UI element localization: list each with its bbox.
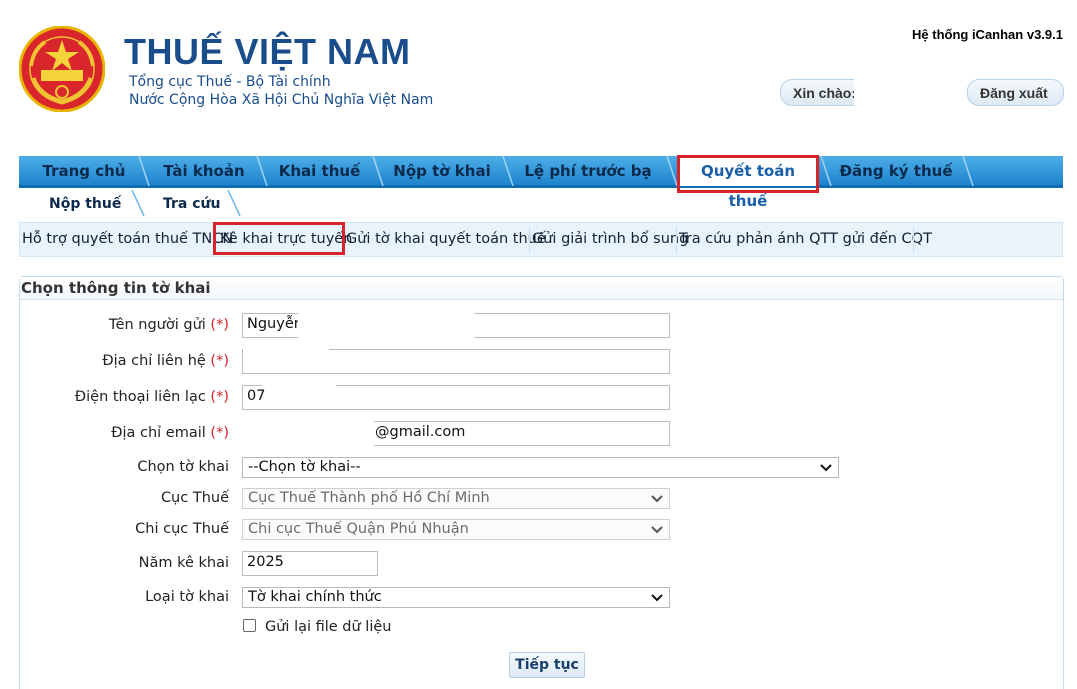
brand-subtitle-ministry: Tổng cục Thuế - Bộ Tài chính — [129, 74, 331, 90]
brand-title: THUẾ VIỆT NAM — [124, 31, 411, 72]
tert-divider — [529, 227, 530, 253]
declaration-year-label: Năm kê khai — [138, 555, 229, 571]
continue-button[interactable]: Tiếp tục — [509, 652, 585, 678]
declaration-year-input[interactable]: 2025 — [242, 551, 378, 576]
required-mark: (*) — [210, 389, 229, 405]
tax-branch-select[interactable]: Chi cục Thuế Quận Phú Nhuận — [242, 519, 670, 540]
sender-name-label: Tên người gửi (*) — [108, 317, 229, 333]
subnav-item-lookup[interactable]: Tra cứu — [163, 196, 220, 212]
nav-item-home[interactable]: Trang chủ — [19, 156, 149, 186]
resubmit-file-checkbox[interactable] — [243, 619, 256, 632]
tax-department-select[interactable]: Cục Thuế Thành phố Hồ Chí Minh — [242, 488, 670, 509]
redacted-area — [242, 420, 374, 447]
nav-item-declare-tax[interactable]: Khai thuế — [267, 156, 372, 186]
brand-subtitle-country: Nước Cộng Hòa Xã Hội Chủ Nghĩa Việt Nam — [129, 92, 434, 108]
tert-item-additional-explanation[interactable]: Gửi giải trình bổ sung — [532, 231, 688, 247]
nav-item-account[interactable]: Tài khoản — [149, 156, 259, 186]
chevron-down-icon — [651, 526, 663, 534]
required-mark: (*) — [210, 317, 229, 333]
finalization-subnav: Hỗ trợ quyết toán thuế TNCN Kê khai trực… — [19, 222, 1063, 257]
declaration-form-label: Chọn tờ khai — [137, 459, 229, 475]
required-mark: (*) — [210, 353, 229, 369]
resubmit-file-label: Gửi lại file dữ liệu — [265, 619, 392, 635]
panel-title: Chọn thông tin tờ khai — [20, 277, 1063, 300]
phone-input[interactable]: 07 — [242, 385, 670, 410]
tert-item-tncn-support[interactable]: Hỗ trợ quyết toán thuế TNCN — [22, 231, 233, 247]
system-version: Hệ thống iCanhan v3.9.1 — [912, 27, 1063, 42]
greeting-label: Xin chào: — [780, 79, 854, 106]
chevron-down-icon — [820, 464, 832, 472]
redacted-area — [262, 384, 336, 387]
redacted-area — [243, 348, 329, 351]
required-mark: (*) — [210, 425, 229, 441]
declaration-type-select[interactable]: Tờ khai chính thức — [242, 587, 670, 608]
tax-emblem-logo — [18, 25, 106, 113]
subnav-item-pay-tax[interactable]: Nộp thuế — [49, 196, 121, 212]
phone-label: Điện thoại liên lạc (*) — [74, 389, 229, 405]
active-tab-highlight-box — [677, 155, 819, 193]
nav-item-submit-declaration[interactable]: Nộp tờ khai — [383, 156, 501, 186]
nav-item-tax-registration[interactable]: Đăng ký thuế — [831, 156, 961, 186]
subnav-separator — [227, 190, 241, 216]
logout-button[interactable]: Đăng xuất — [967, 79, 1064, 106]
nav-item-registration-fee[interactable]: Lệ phí trước bạ — [513, 156, 663, 186]
chevron-down-icon — [651, 594, 663, 602]
redacted-area — [298, 313, 474, 338]
subnav-separator — [131, 190, 145, 216]
tert-item-feedback-lookup[interactable]: Tra cứu phản ánh QTT gửi đến CQT — [679, 231, 932, 247]
declaration-type-label: Loại tờ khai — [145, 589, 229, 605]
online-declaration-highlight-box — [213, 222, 345, 255]
tert-divider — [913, 227, 914, 253]
tax-department-label: Cục Thuế — [160, 490, 229, 506]
tert-item-send-finalization[interactable]: Gửi tờ khai quyết toán thuế — [346, 231, 546, 247]
declaration-form-select[interactable]: --Chọn tờ khai-- — [242, 457, 839, 478]
chevron-down-icon — [651, 495, 663, 503]
email-label: Địa chỉ email (*) — [111, 425, 229, 441]
tax-branch-label: Chi cục Thuế — [135, 521, 229, 537]
main-nav: Trang chủ Tài khoản Khai thuế Nộp tờ kha… — [19, 156, 1063, 210]
nav-separator — [962, 156, 974, 186]
tert-divider — [676, 227, 677, 253]
address-label: Địa chỉ liên hệ (*) — [102, 353, 229, 369]
address-input[interactable] — [242, 349, 670, 374]
